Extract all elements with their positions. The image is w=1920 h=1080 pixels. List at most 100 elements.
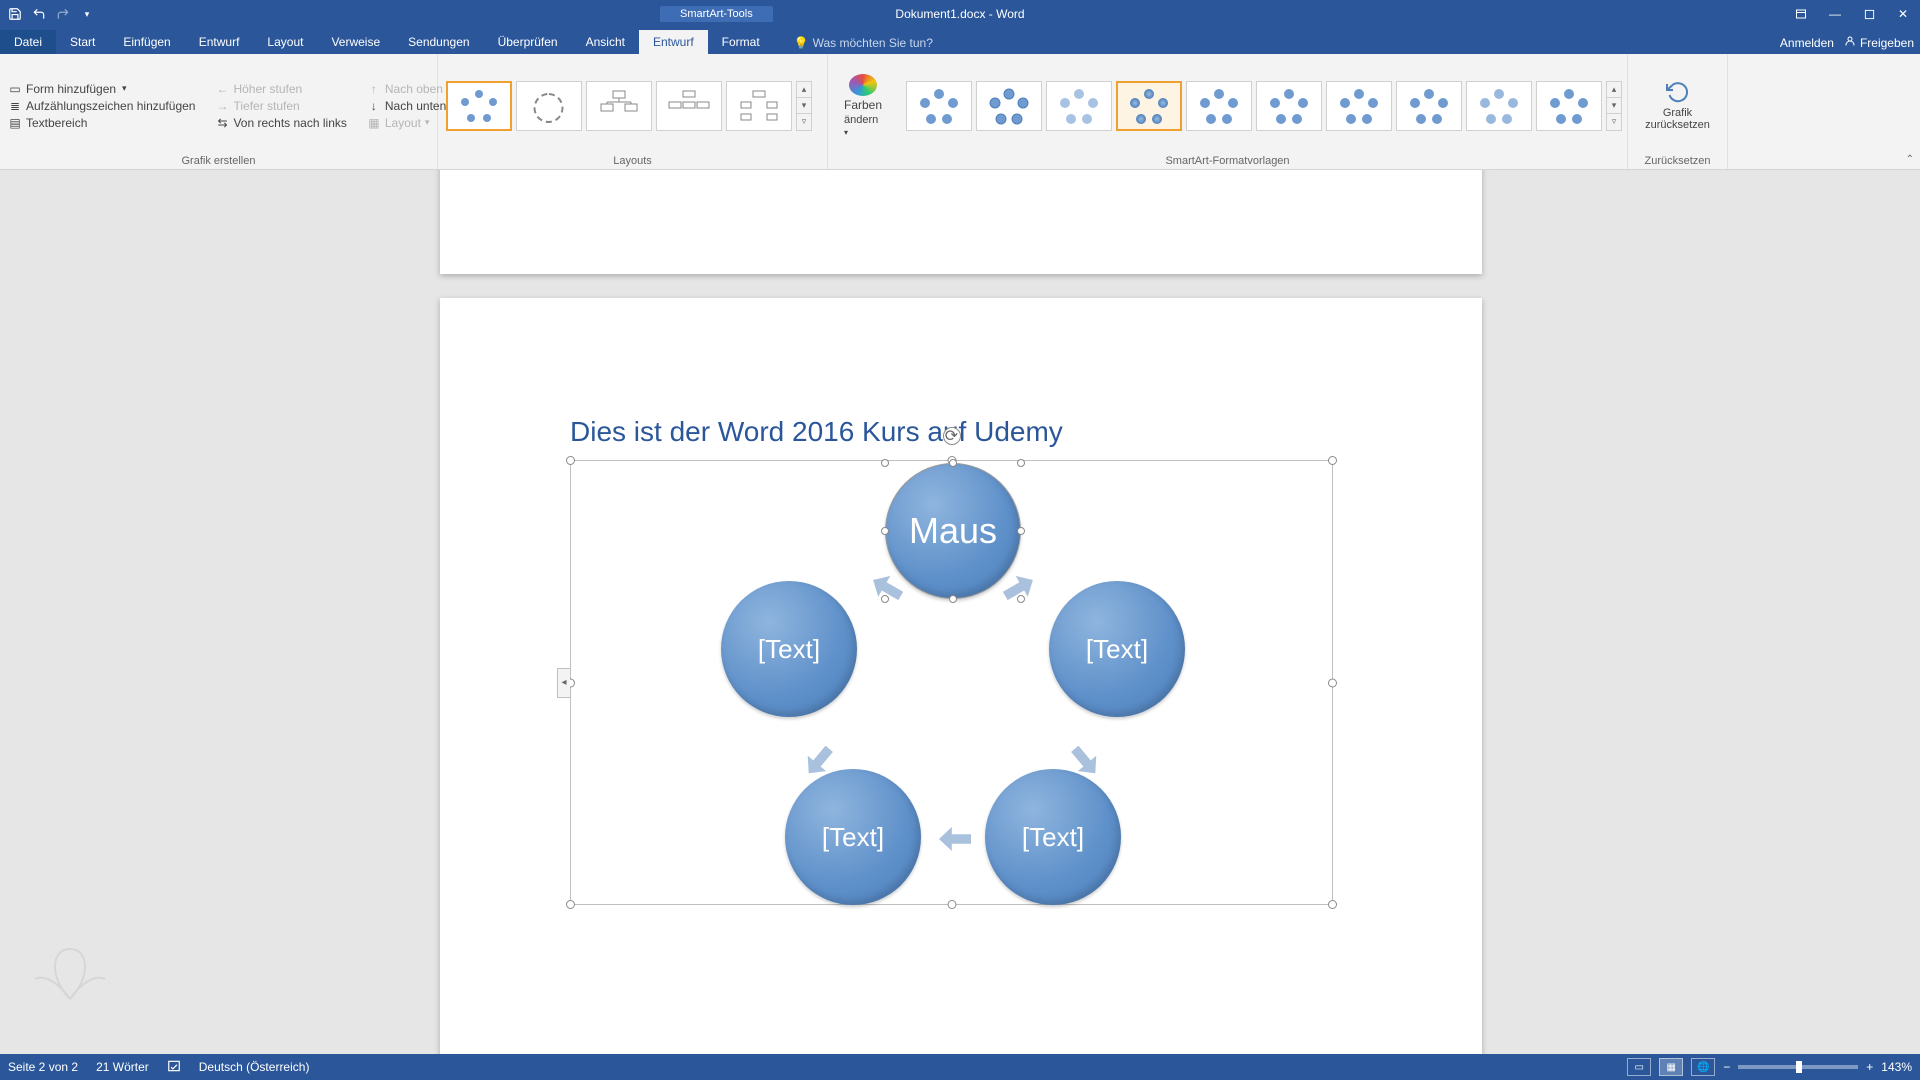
scroll-up-icon[interactable]: ▴ bbox=[1607, 82, 1621, 98]
group-reset: Grafik zurücksetzen Zurücksetzen bbox=[1628, 54, 1728, 169]
resize-handle-bc[interactable] bbox=[947, 900, 956, 909]
collapse-ribbon-button[interactable]: ⌃ bbox=[1906, 154, 1914, 165]
sign-in-link[interactable]: Anmelden bbox=[1780, 36, 1834, 50]
layout-gallery-more[interactable]: ▴▾▿ bbox=[796, 81, 812, 131]
node-handle[interactable] bbox=[1017, 595, 1025, 603]
text-pane-button[interactable]: ▤Textbereich bbox=[8, 116, 195, 130]
zoom-in-button[interactable]: + bbox=[1866, 1060, 1873, 1074]
scroll-down-icon[interactable]: ▾ bbox=[1607, 98, 1621, 114]
smartart-node-4[interactable]: [Text] bbox=[785, 769, 921, 905]
resize-handle-tl[interactable] bbox=[566, 456, 575, 465]
rotate-handle[interactable]: ⟳ bbox=[943, 427, 961, 445]
expand-gallery-icon[interactable]: ▿ bbox=[797, 114, 811, 129]
tab-entwurf[interactable]: Entwurf bbox=[185, 30, 254, 54]
style-thumb-7[interactable] bbox=[1326, 81, 1392, 131]
layout-thumb-2[interactable] bbox=[516, 81, 582, 131]
layout-thumb-5[interactable] bbox=[726, 81, 792, 131]
qat-customize-icon[interactable]: ▾ bbox=[78, 5, 96, 23]
tab-einfuegen[interactable]: Einfügen bbox=[109, 30, 184, 54]
tab-start[interactable]: Start bbox=[56, 30, 109, 54]
add-bullet-button[interactable]: ≣Aufzählungszeichen hinzufügen bbox=[8, 99, 195, 113]
group-label-reset: Zurücksetzen bbox=[1636, 153, 1719, 167]
tell-me-search[interactable]: 💡 Was möchten Sie tun? bbox=[794, 36, 933, 54]
layout-dropdown-label: Layout bbox=[385, 116, 421, 130]
view-web-layout[interactable]: 🌐 bbox=[1691, 1058, 1715, 1076]
minimize-icon[interactable]: — bbox=[1818, 0, 1852, 28]
style-thumb-5[interactable] bbox=[1186, 81, 1252, 131]
node-handle[interactable] bbox=[1017, 459, 1025, 467]
window-controls: — ✕ bbox=[1784, 0, 1920, 28]
redo-icon[interactable] bbox=[54, 5, 72, 23]
promote-button: ←Höher stufen bbox=[215, 82, 346, 96]
scroll-down-icon[interactable]: ▾ bbox=[797, 98, 811, 114]
ribbon-display-options-icon[interactable] bbox=[1784, 0, 1818, 28]
zoom-slider-thumb[interactable] bbox=[1796, 1061, 1802, 1073]
node-handle[interactable] bbox=[881, 527, 889, 535]
tab-datei[interactable]: Datei bbox=[0, 30, 56, 54]
save-icon[interactable] bbox=[6, 5, 24, 23]
tab-smartart-entwurf[interactable]: Entwurf bbox=[639, 30, 708, 54]
document-area[interactable]: Dies ist der Word 2016 Kurs auf Udemy ⟳ … bbox=[0, 170, 1920, 1054]
colors-label: Farben bbox=[844, 98, 882, 112]
smartart-node-3[interactable]: [Text] bbox=[1049, 581, 1185, 717]
style-thumb-2[interactable] bbox=[976, 81, 1042, 131]
add-shape-icon: ▭ bbox=[8, 82, 22, 96]
view-print-layout[interactable]: ▦ bbox=[1659, 1058, 1683, 1076]
expand-gallery-icon[interactable]: ▿ bbox=[1607, 114, 1621, 129]
style-thumb-9[interactable] bbox=[1466, 81, 1532, 131]
tab-ansicht[interactable]: Ansicht bbox=[572, 30, 639, 54]
node-handle[interactable] bbox=[881, 459, 889, 467]
resize-handle-mr[interactable] bbox=[1328, 678, 1337, 687]
resize-handle-br[interactable] bbox=[1328, 900, 1337, 909]
resize-handle-bl[interactable] bbox=[566, 900, 575, 909]
arrow-right-icon: → bbox=[215, 99, 229, 113]
style-thumb-4[interactable] bbox=[1116, 81, 1182, 131]
style-thumb-3[interactable] bbox=[1046, 81, 1112, 131]
text-pane-toggle[interactable]: ◂ bbox=[557, 668, 570, 698]
undo-icon[interactable] bbox=[30, 5, 48, 23]
resize-handle-tr[interactable] bbox=[1328, 456, 1337, 465]
style-gallery: ▴▾▿ bbox=[906, 81, 1622, 131]
style-thumb-6[interactable] bbox=[1256, 81, 1322, 131]
page-heading[interactable]: Dies ist der Word 2016 Kurs auf Udemy bbox=[570, 416, 1063, 448]
tab-layout[interactable]: Layout bbox=[253, 30, 317, 54]
close-icon[interactable]: ✕ bbox=[1886, 0, 1920, 28]
node-handle[interactable] bbox=[881, 595, 889, 603]
style-thumb-8[interactable] bbox=[1396, 81, 1462, 131]
tab-sendungen[interactable]: Sendungen bbox=[394, 30, 483, 54]
zoom-slider[interactable] bbox=[1738, 1065, 1858, 1069]
tab-smartart-format[interactable]: Format bbox=[708, 30, 774, 54]
smartart-frame[interactable]: ⟳ ◂ Maus bbox=[570, 460, 1333, 905]
status-page[interactable]: Seite 2 von 2 bbox=[8, 1060, 78, 1074]
status-word-count[interactable]: 21 Wörter bbox=[96, 1060, 149, 1074]
smartart-node-2[interactable]: [Text] bbox=[721, 581, 857, 717]
rtl-button[interactable]: ⇆Von rechts nach links bbox=[215, 116, 346, 130]
move-down-button[interactable]: ↓Nach unten bbox=[367, 99, 446, 113]
layout-thumb-4[interactable] bbox=[656, 81, 722, 131]
style-gallery-more[interactable]: ▴▾▿ bbox=[1606, 81, 1622, 131]
smartart-node-5[interactable]: [Text] bbox=[985, 769, 1121, 905]
smartart-node-1[interactable]: Maus bbox=[885, 463, 1021, 599]
layout-thumb-3[interactable] bbox=[586, 81, 652, 131]
style-thumb-10[interactable] bbox=[1536, 81, 1602, 131]
status-language[interactable]: Deutsch (Österreich) bbox=[199, 1060, 310, 1074]
layout-thumb-1[interactable] bbox=[446, 81, 512, 131]
share-button[interactable]: Freigeben bbox=[1844, 35, 1914, 50]
node-handle[interactable] bbox=[949, 459, 957, 467]
reset-graphic-button[interactable]: Grafik zurücksetzen bbox=[1637, 76, 1718, 135]
tab-ueberpruefen[interactable]: Überprüfen bbox=[484, 30, 572, 54]
maximize-icon[interactable] bbox=[1852, 0, 1886, 28]
node-handle[interactable] bbox=[949, 595, 957, 603]
proofing-icon[interactable] bbox=[167, 1059, 181, 1076]
change-colors-button[interactable]: Farben ändern ▾ bbox=[836, 70, 890, 142]
chevron-down-icon: ▾ bbox=[844, 128, 848, 137]
view-read-mode[interactable]: ▭ bbox=[1627, 1058, 1651, 1076]
zoom-level[interactable]: 143% bbox=[1881, 1060, 1912, 1074]
title-bar: ▾ SmartArt-Tools Dokument1.docx - Word —… bbox=[0, 0, 1920, 28]
scroll-up-icon[interactable]: ▴ bbox=[797, 82, 811, 98]
node-handle[interactable] bbox=[1017, 527, 1025, 535]
add-shape-button[interactable]: ▭Form hinzufügen ▾ bbox=[8, 82, 195, 96]
style-thumb-1[interactable] bbox=[906, 81, 972, 131]
zoom-out-button[interactable]: − bbox=[1723, 1060, 1730, 1074]
tab-verweise[interactable]: Verweise bbox=[317, 30, 394, 54]
